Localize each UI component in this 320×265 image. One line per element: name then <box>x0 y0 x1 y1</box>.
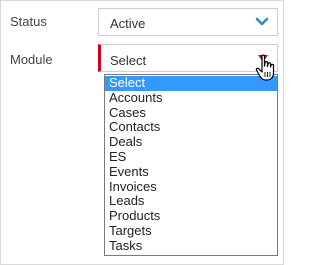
dropdown-option-deals[interactable]: Deals <box>105 134 277 150</box>
form-panel: Status Active Module Select Select Accou… <box>0 0 284 265</box>
dropdown-option-es[interactable]: ES <box>105 149 277 165</box>
dropdown-option-select[interactable]: Select <box>105 75 277 91</box>
module-dropdown-list[interactable]: Select Accounts Cases Contacts Deals ES … <box>104 74 278 256</box>
dropdown-option-contacts[interactable]: Contacts <box>105 120 277 135</box>
status-select[interactable]: Active <box>98 8 278 36</box>
chevron-down-icon <box>255 17 269 26</box>
dropdown-option-products[interactable]: Products <box>105 208 277 224</box>
dropdown-option-invoices[interactable]: Invoices <box>105 179 277 195</box>
dropdown-option-leads[interactable]: Leads <box>105 194 277 209</box>
module-select-value: Select <box>110 53 147 68</box>
module-label: Module <box>10 52 53 67</box>
status-label: Status <box>10 14 47 29</box>
hand-pointer-icon <box>255 54 275 81</box>
dropdown-option-accounts[interactable]: Accounts <box>105 90 277 106</box>
status-select-value: Active <box>110 16 146 31</box>
dropdown-option-tasks[interactable]: Tasks <box>105 238 277 254</box>
module-select[interactable]: Select <box>98 44 278 72</box>
dropdown-option-events[interactable]: Events <box>105 164 277 180</box>
dropdown-option-cases[interactable]: Cases <box>105 105 277 121</box>
dropdown-option-targets[interactable]: Targets <box>105 223 277 239</box>
